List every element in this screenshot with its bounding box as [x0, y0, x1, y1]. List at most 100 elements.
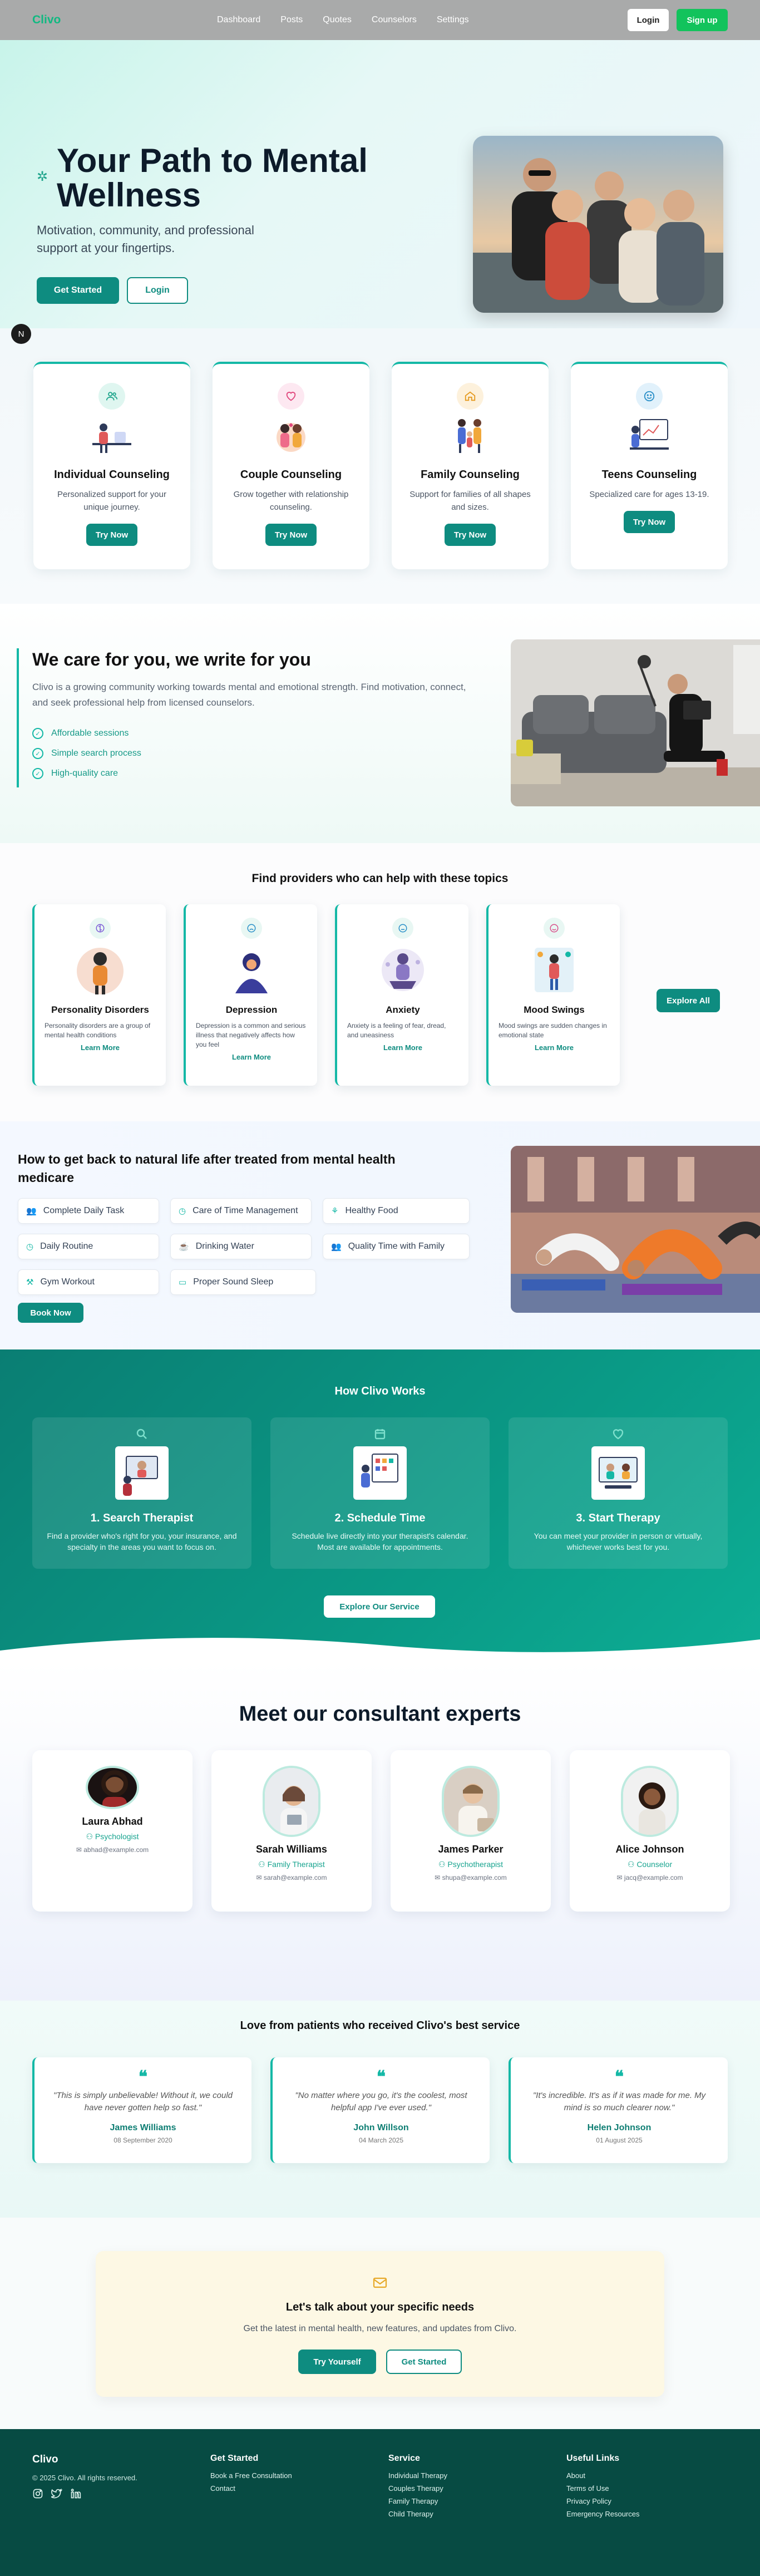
top-navbar: Clivo Dashboard Posts Quotes Counselors …: [0, 0, 760, 40]
instagram-icon[interactable]: [32, 2488, 43, 2503]
topic-card-personality[interactable]: Personality Disorders Personality disord…: [32, 904, 166, 1086]
illustration-schedule-time: [353, 1446, 407, 1500]
explore-all-button[interactable]: Explore All: [657, 989, 720, 1012]
topic-card-depression[interactable]: Depression Depression is a common and se…: [184, 904, 317, 1086]
tip-item: 👥 Quality Time with Family: [323, 1234, 470, 1259]
user-icon: ⚇: [438, 1860, 448, 1869]
expert-photo: [263, 1766, 320, 1837]
dumbbell-icon: ⚒: [26, 1278, 34, 1287]
care-section: We care for you, we write for you Clivo …: [0, 604, 760, 843]
mail-icon: ✉: [616, 1874, 624, 1881]
nav-settings[interactable]: Settings: [437, 15, 469, 25]
nav-dashboard[interactable]: Dashboard: [217, 15, 260, 25]
try-now-button[interactable]: Try Now: [445, 524, 496, 546]
try-now-button[interactable]: Try Now: [265, 524, 317, 546]
expert-role: ⚇ Counselor: [627, 1860, 673, 1869]
brand-logo[interactable]: Clivo: [32, 13, 61, 27]
mail-icon: ✉: [256, 1874, 264, 1881]
expert-email[interactable]: ✉ jacq@example.com: [570, 1874, 730, 1881]
footer-link[interactable]: Terms of Use: [566, 2482, 640, 2495]
hero-buttons: Get Started Login: [37, 277, 188, 304]
nav-posts[interactable]: Posts: [280, 15, 303, 25]
footer-link[interactable]: Book a Free Consultation: [210, 2469, 292, 2482]
user-avatar[interactable]: N: [11, 324, 31, 344]
check-icon: ✓: [32, 748, 43, 759]
cup-icon: ☕: [179, 1242, 189, 1252]
step-desc: Find a provider who's right for you, you…: [47, 1531, 237, 1551]
hero-title: Your Path to Mental Wellness: [57, 142, 368, 214]
cta-get-started-button[interactable]: Get Started: [386, 2350, 462, 2374]
tip-item: ⚘ Healthy Food: [323, 1198, 470, 1224]
illustration-mood-swings: [488, 942, 620, 997]
expert-card[interactable]: Laura Abhad ⚇ Psychologist ✉ abhad@examp…: [32, 1750, 193, 1912]
testimonial-date: 01 August 2025: [596, 2136, 643, 2144]
footer-link[interactable]: Contact: [210, 2482, 292, 2495]
footer-link[interactable]: Privacy Policy: [566, 2495, 640, 2508]
expert-email[interactable]: ✉ shupa@example.com: [391, 1874, 551, 1881]
nav-quotes[interactable]: Quotes: [323, 15, 352, 25]
learn-more-link[interactable]: Learn More: [186, 1053, 317, 1061]
step-desc: Schedule live directly into your therapi…: [292, 1531, 468, 1551]
tip-item: ◷ Daily Routine: [18, 1234, 159, 1259]
linkedin-icon[interactable]: [70, 2488, 81, 2503]
hero-section: ✲ Your Path to Mental Wellness Motivatio…: [0, 40, 760, 328]
get-started-button[interactable]: Get Started: [37, 277, 119, 304]
book-now-button[interactable]: Book Now: [18, 1303, 83, 1323]
expert-card[interactable]: Alice Johnson ⚇ Counselor ✉ jacq@example…: [570, 1750, 730, 1912]
testimonial-date: 08 September 2020: [113, 2136, 172, 2144]
testimonial-name: James Williams: [110, 2123, 176, 2132]
footer-link[interactable]: Emergency Resources: [566, 2508, 640, 2520]
service-desc: Personalized support for your unique jou…: [57, 490, 166, 512]
footer-col-service: Service Individual Therapy Couples Thera…: [388, 2454, 447, 2520]
footer-link[interactable]: About: [566, 2469, 640, 2482]
footer-link[interactable]: Couples Therapy: [388, 2482, 447, 2495]
service-title: Couple Counseling: [240, 469, 342, 481]
footer-link[interactable]: Family Therapy: [388, 2495, 447, 2508]
footer-link[interactable]: Individual Therapy: [388, 2469, 447, 2482]
topic-card-mood-swings[interactable]: Mood Swings Mood swings are sudden chang…: [486, 904, 620, 1086]
nav-counselors[interactable]: Counselors: [372, 15, 417, 25]
cta-title: Let's talk about your specific needs: [285, 2301, 475, 2313]
leaf-icon: ⚘: [331, 1206, 339, 1216]
illustration-family: [392, 415, 549, 455]
smile-icon: [544, 918, 565, 939]
check-icon: ✓: [32, 728, 43, 739]
feature-item: ✓ Affordable sessions: [32, 724, 141, 743]
try-now-button[interactable]: Try Now: [624, 511, 675, 533]
learn-more-link[interactable]: Learn More: [337, 1043, 468, 1052]
topic-desc: Personality disorders are a group of men…: [45, 1022, 151, 1039]
topic-desc: Depression is a common and serious illne…: [196, 1022, 306, 1048]
users-icon: 👥: [26, 1206, 37, 1216]
smile-icon: [636, 383, 663, 410]
expert-email[interactable]: ✉ abhad@example.com: [32, 1846, 193, 1854]
try-yourself-button[interactable]: Try Yourself: [298, 2350, 376, 2374]
footer-link[interactable]: Child Therapy: [388, 2508, 447, 2520]
expert-card[interactable]: Sarah Williams ⚇ Family Therapist ✉ sara…: [211, 1750, 372, 1912]
learn-more-link[interactable]: Learn More: [34, 1043, 166, 1052]
topic-title: Anxiety: [386, 1004, 420, 1015]
service-desc: Grow together with relationship counseli…: [233, 490, 349, 512]
testimonial-card: ❝ "No matter where you go, it's the cool…: [270, 2057, 490, 2163]
expert-email[interactable]: ✉ sarah@example.com: [211, 1874, 372, 1881]
nav-login-button[interactable]: Login: [628, 9, 669, 31]
learn-more-link[interactable]: Learn More: [488, 1043, 620, 1052]
hero-login-button[interactable]: Login: [127, 277, 188, 304]
step-title: 2. Schedule Time: [334, 1512, 426, 1524]
mail-icon: ✉: [76, 1846, 84, 1854]
service-title: Individual Counseling: [54, 469, 170, 481]
topic-card-anxiety[interactable]: Anxiety Anxiety is a feeling of fear, dr…: [335, 904, 468, 1086]
service-card-individual: Individual Counseling Personalized suppo…: [33, 362, 190, 569]
footer-copyright: © 2025 Clivo. All rights reserved.: [32, 2474, 137, 2482]
testimonial-card: ❝ "It's incredible. It's as if it was ma…: [509, 2057, 728, 2163]
clock-icon: ◷: [179, 1206, 186, 1216]
service-desc: Support for families of all shapes and s…: [409, 490, 531, 512]
try-now-button[interactable]: Try Now: [86, 524, 137, 546]
nav-signup-button[interactable]: Sign up: [677, 9, 728, 31]
explore-service-button[interactable]: Explore Our Service: [324, 1595, 435, 1618]
twitter-icon[interactable]: [49, 2488, 63, 2503]
hero-subtitle: Motivation, community, and professional …: [37, 223, 254, 255]
user-icon: ⚇: [86, 1832, 95, 1841]
heart-icon: [278, 383, 304, 410]
face-icon: [392, 918, 413, 939]
expert-card[interactable]: James Parker ⚇ Psychotherapist ✉ shupa@e…: [391, 1750, 551, 1912]
